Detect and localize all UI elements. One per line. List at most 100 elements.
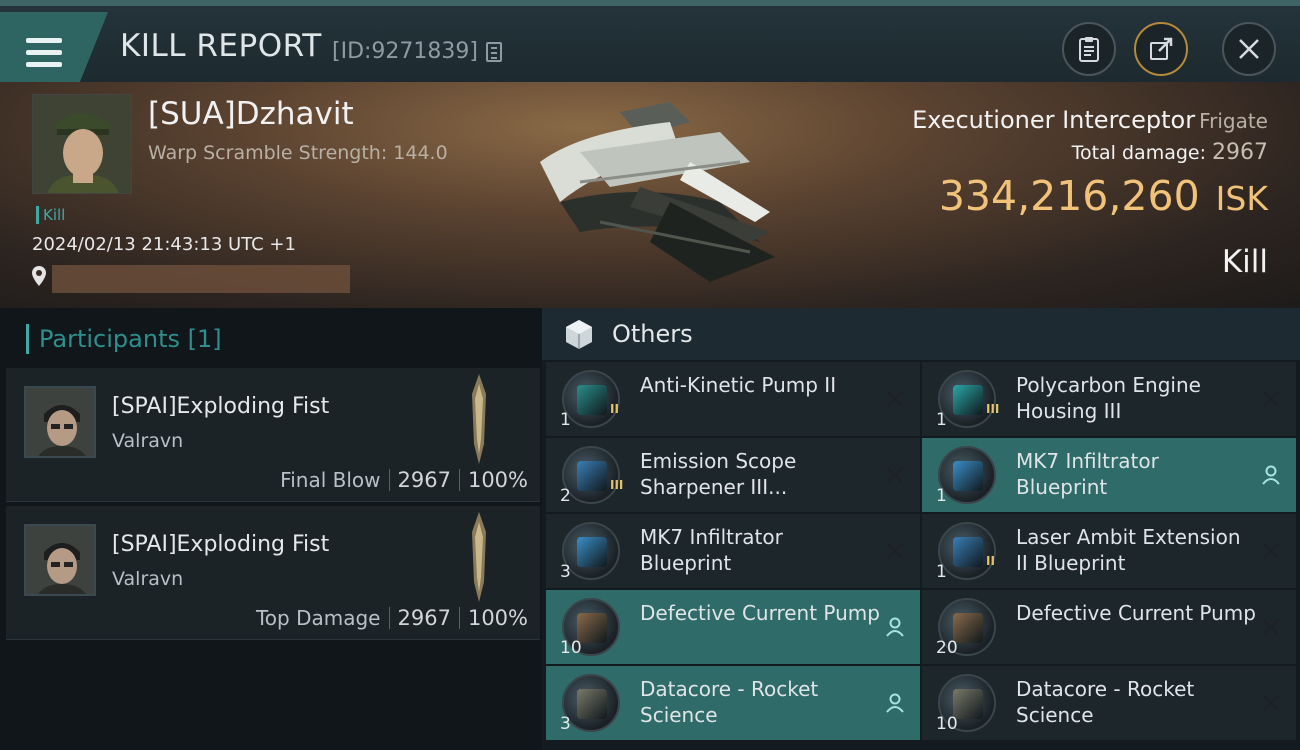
loot-item[interactable]: 3 Datacore - Rocket Science (546, 666, 920, 740)
participant-ship-icon (472, 512, 486, 602)
loot-item[interactable]: 1 III Polycarbon Engine Housing III (922, 362, 1296, 436)
item-quantity: 10 (560, 638, 582, 658)
person-icon[interactable] (884, 692, 906, 714)
ship-image[interactable] (520, 92, 790, 292)
participant-ship: Valravn (112, 430, 184, 452)
close-icon[interactable] (1260, 540, 1282, 562)
others-panel: Others 1 II Anti-Kinetic Pump II 2 III Emissi… (542, 308, 1300, 750)
item-name: Emission Scope Sharpener III... (640, 449, 797, 499)
participant-ship: Valravn (112, 568, 184, 590)
kill-tag: Kill (36, 206, 65, 224)
participant-card[interactable]: [SPAI]Exploding Fist Valravn Top Damage … (6, 506, 540, 640)
loot-item[interactable]: 1 II Laser Ambit Extension II Blueprint (922, 514, 1296, 588)
warp-scramble-strength: Warp Scramble Strength: 144.0 (148, 142, 448, 164)
person-icon[interactable] (884, 616, 906, 638)
participant-role: Final Blow (280, 468, 381, 492)
participant-percent: 100% (467, 468, 528, 492)
participant-name: [SPAI]Exploding Fist (112, 532, 330, 557)
loot-item[interactable]: 10 Defective Current Pump (546, 590, 920, 664)
item-quantity: 3 (560, 562, 571, 582)
divider (388, 469, 390, 491)
close-icon[interactable] (1260, 692, 1282, 714)
report-id: [ID:9271839] (332, 39, 478, 64)
others-header-bar: Others (542, 308, 1300, 360)
participant-role: Top Damage (255, 606, 381, 630)
share-button[interactable] (1134, 22, 1188, 76)
participant-stats: Top Damage 2967 100% (256, 606, 528, 630)
participant-name: [SPAI]Exploding Fist (112, 394, 330, 419)
menu-tab[interactable] (0, 12, 108, 82)
item-name: MK7 Infiltrator Blueprint (1016, 449, 1159, 499)
kill-result: Kill (1221, 244, 1268, 280)
divider (388, 607, 390, 629)
loot-item[interactable]: 2 III Emission Scope Sharpener III... (546, 438, 920, 512)
participant-percent: 100% (467, 606, 528, 630)
close-icon[interactable] (884, 540, 906, 562)
loot-item[interactable]: 10 Datacore - Rocket Science (922, 666, 1296, 740)
participant-damage: 2967 (397, 606, 451, 630)
participants-panel: Participants [1] [SPAI]Exploding Fist Va… (0, 308, 542, 750)
item-quantity: 1 (560, 410, 571, 430)
others-title: Others (612, 320, 693, 348)
victim-banner: [SUA]Dzhavit Warp Scramble Strength: 144… (0, 82, 1300, 308)
close-icon (1239, 39, 1259, 59)
participant-stats: Final Blow 2967 100% (280, 468, 528, 492)
clipboard-button[interactable] (1062, 22, 1116, 76)
item-icon-graphic (577, 461, 607, 491)
share-icon (1150, 37, 1173, 60)
item-icon-graphic (577, 385, 607, 415)
person-icon[interactable] (1260, 464, 1282, 486)
divider (458, 469, 460, 491)
cube-icon (566, 320, 592, 349)
loot-item[interactable]: 3 MK7 Infiltrator Blueprint (546, 514, 920, 588)
isk-value-row: 334,216,260 ISK (939, 172, 1268, 220)
item-name: Defective Current Pump (1016, 601, 1256, 625)
victim-name[interactable]: [SUA]Dzhavit (148, 96, 354, 132)
close-icon[interactable] (884, 388, 906, 410)
participant-card[interactable]: [SPAI]Exploding Fist Valravn Final Blow … (6, 368, 540, 502)
participant-avatar[interactable] (24, 524, 96, 596)
top-bar: KILL REPORT [ID:9271839] (0, 0, 1300, 82)
hamburger-menu-icon[interactable] (26, 38, 62, 68)
location-redacted (52, 265, 350, 293)
total-damage-value: 2967 (1212, 140, 1268, 165)
item-icon-graphic (577, 689, 607, 719)
participant-damage: 2967 (397, 468, 451, 492)
item-meta-level: II (986, 554, 995, 568)
copy-icon[interactable] (486, 42, 502, 62)
item-name: Anti-Kinetic Pump II (640, 373, 837, 397)
ship-name: Executioner Interceptor (912, 106, 1196, 134)
item-icon-graphic (953, 385, 983, 415)
item-quantity: 20 (936, 638, 958, 658)
item-quantity: 10 (936, 714, 958, 734)
item-meta-level: III (610, 478, 624, 492)
close-icon[interactable] (884, 464, 906, 486)
close-icon[interactable] (1260, 616, 1282, 638)
participants-header: Participants [1] (26, 324, 222, 354)
item-icon-graphic (577, 537, 607, 567)
total-damage: Total damage: 2967 (1072, 140, 1268, 165)
kill-datetime: 2024/02/13 21:43:13 UTC +1 (32, 234, 296, 255)
close-button[interactable] (1222, 22, 1276, 76)
ship-name-line[interactable]: Executioner Interceptor Frigate (912, 106, 1268, 134)
item-quantity: 1 (936, 410, 947, 430)
ship-class: Frigate (1199, 109, 1268, 133)
item-name: Defective Current Pump (640, 601, 880, 625)
item-name: Laser Ambit Extension II Blueprint (1016, 525, 1241, 575)
clipboard-icon (1079, 37, 1099, 62)
item-meta-level: III (986, 402, 1000, 416)
item-quantity: 1 (936, 562, 947, 582)
loot-item[interactable]: 1 MK7 Infiltrator Blueprint (922, 438, 1296, 512)
participant-ship-icon (472, 374, 486, 464)
victim-portrait[interactable] (32, 94, 132, 194)
location-pin-icon (32, 266, 46, 286)
loot-item[interactable]: 1 II Anti-Kinetic Pump II (546, 362, 920, 436)
total-damage-label: Total damage: (1071, 142, 1206, 164)
item-name: MK7 Infiltrator Blueprint (640, 525, 783, 575)
isk-value: 334,216,260 (938, 172, 1200, 220)
loot-item[interactable]: 20 Defective Current Pump (922, 590, 1296, 664)
item-quantity: 2 (560, 486, 571, 506)
participant-avatar[interactable] (24, 386, 96, 458)
close-icon[interactable] (1260, 388, 1282, 410)
item-meta-level: II (610, 402, 619, 416)
